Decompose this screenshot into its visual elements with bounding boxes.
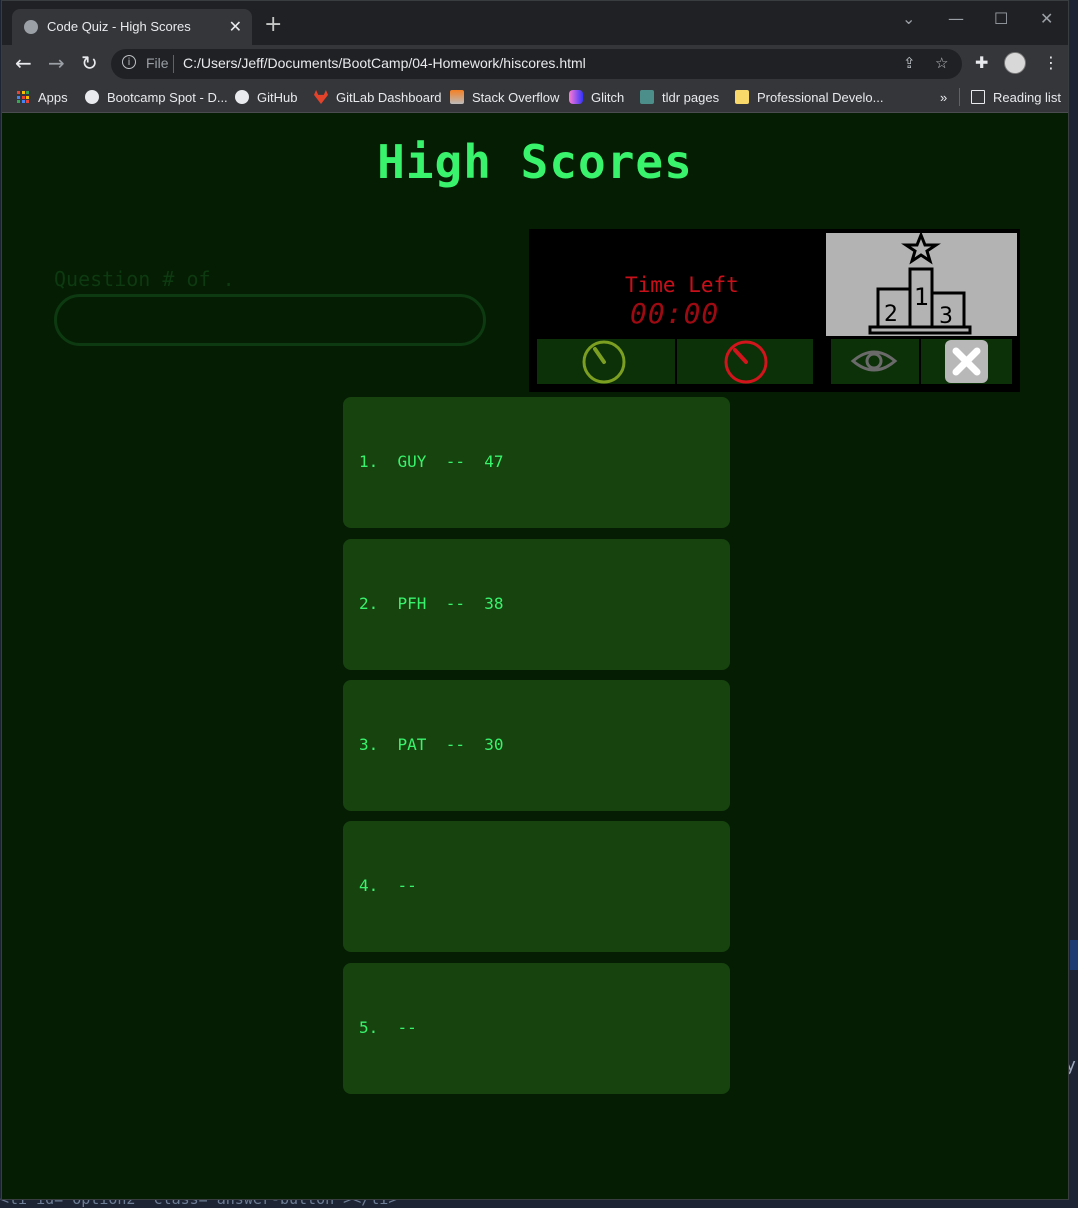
background-editor-marker: [1070, 940, 1078, 970]
bookmark-separator: [959, 88, 960, 106]
bookmark-apps[interactable]: Apps: [17, 88, 68, 106]
stop-timer-icon: [724, 340, 768, 384]
status-panel: Time Left 00:00 1 2 3: [529, 229, 1020, 392]
score-card-3: 3. PAT -- 30: [343, 680, 730, 811]
bookmark-professional[interactable]: Professional Develo...: [735, 88, 883, 106]
timer-label: Time Left: [625, 273, 739, 297]
bookmark-gitlab[interactable]: GitLab Dashboard: [314, 88, 442, 106]
view-button[interactable]: [831, 339, 919, 384]
close-window-icon[interactable]: ✕: [1040, 9, 1053, 28]
podium-icon: 1 2 3: [868, 230, 972, 335]
page-title: High Scores: [377, 135, 693, 189]
maximize-icon[interactable]: ☐: [994, 9, 1008, 28]
view-icon: [850, 350, 898, 372]
start-timer-button[interactable]: [537, 339, 675, 384]
reload-icon[interactable]: ↻: [81, 51, 98, 75]
close-button[interactable]: [921, 339, 1012, 384]
profile-avatar[interactable]: [1004, 52, 1026, 74]
bookmark-stackoverflow[interactable]: Stack Overflow: [450, 88, 559, 106]
reading-list-button[interactable]: Reading list: [971, 88, 1061, 106]
browser-toolbar: ← → ↻ i File C:/Users/Jeff/Documents/Boo…: [2, 45, 1068, 81]
page-content: High Scores Question # of . Time Left 00…: [2, 113, 1068, 1199]
svg-text:1: 1: [914, 283, 929, 311]
more-bookmarks-icon[interactable]: »: [940, 88, 947, 106]
url-scheme-label: File: [146, 55, 169, 71]
minimize-icon[interactable]: —: [948, 9, 964, 28]
timer-value: 00:00: [630, 297, 720, 330]
question-progress-bar: [54, 294, 486, 346]
gitlab-icon: [314, 90, 328, 104]
apps-grid-icon: [17, 91, 29, 103]
tldr-icon: [640, 90, 654, 104]
address-bar[interactable]: i File C:/Users/Jeff/Documents/BootCamp/…: [111, 49, 962, 79]
score-entry: 1. GUY -- 47: [359, 452, 504, 471]
url-text[interactable]: C:/Users/Jeff/Documents/BootCamp/04-Home…: [183, 55, 586, 71]
trophy-box: 1 2 3: [826, 230, 1017, 336]
svg-text:3: 3: [939, 304, 953, 329]
back-icon[interactable]: ←: [15, 51, 32, 75]
tab-title: Code Quiz - High Scores: [47, 19, 191, 34]
share-icon[interactable]: ⇪: [903, 54, 916, 72]
score-card-5: 5. --: [343, 963, 730, 1094]
svg-text:2: 2: [884, 302, 898, 327]
score-card-1: 1. GUY -- 47: [343, 397, 730, 528]
github-icon: [235, 90, 249, 104]
bookmark-glitch[interactable]: Glitch: [569, 88, 624, 106]
tab-active[interactable]: Code Quiz - High Scores ✕: [12, 9, 252, 45]
forward-icon[interactable]: →: [48, 51, 65, 75]
tab-search-icon[interactable]: ⌄: [902, 9, 915, 28]
menu-kebab-icon[interactable]: ⋮: [1043, 53, 1059, 72]
new-tab-icon[interactable]: +: [264, 14, 282, 36]
score-entry: 4. --: [359, 876, 417, 895]
tab-strip: Code Quiz - High Scores ✕ + ⌄ — ☐ ✕: [2, 1, 1068, 45]
close-icon: [945, 340, 988, 383]
globe-icon: [24, 20, 38, 34]
stackoverflow-icon: [450, 90, 464, 104]
close-tab-icon[interactable]: ✕: [229, 17, 242, 36]
bookmark-star-icon[interactable]: ☆: [935, 54, 948, 72]
browser-window: Code Quiz - High Scores ✕ + ⌄ — ☐ ✕ ← → …: [1, 0, 1069, 1200]
score-card-2: 2. PFH -- 38: [343, 539, 730, 670]
score-entry: 5. --: [359, 1018, 417, 1037]
reading-list-icon: [971, 90, 985, 104]
question-label: Question # of .: [54, 267, 235, 291]
bookmarks-bar: Apps Bootcamp Spot - D... GitHub GitLab …: [2, 81, 1068, 113]
folder-icon: [735, 90, 749, 104]
start-timer-icon: [582, 340, 626, 384]
info-icon[interactable]: i: [122, 55, 136, 69]
bookmark-github[interactable]: GitHub: [235, 88, 297, 106]
bookmark-tldr[interactable]: tldr pages: [640, 88, 719, 106]
extensions-icon[interactable]: ✚: [975, 53, 988, 72]
bookmark-bootcamp[interactable]: Bootcamp Spot - D...: [85, 88, 228, 106]
score-entry: 2. PFH -- 38: [359, 594, 504, 613]
stop-timer-button[interactable]: [677, 339, 813, 384]
address-separator: [173, 55, 174, 73]
glitch-icon: [569, 90, 583, 104]
globe-icon: [85, 90, 99, 104]
score-card-4: 4. --: [343, 821, 730, 952]
score-entry: 3. PAT -- 30: [359, 735, 504, 754]
